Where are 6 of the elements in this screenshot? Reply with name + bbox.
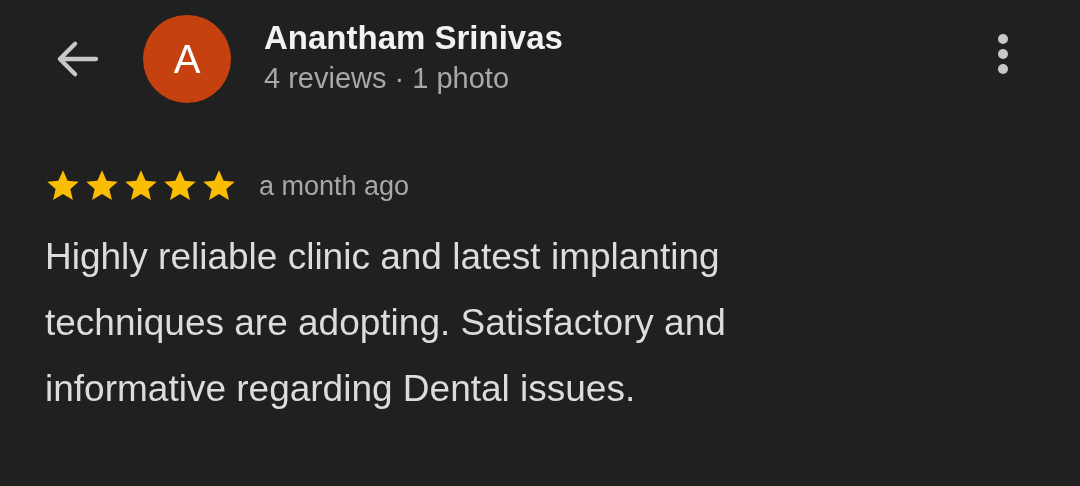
reviewer-stats: 4 reviews · 1 photo (264, 61, 510, 96)
avatar[interactable]: A (143, 15, 231, 103)
review-time: a month ago (259, 170, 410, 202)
review-text: Highly reliable clinic and latest implanting techniques are adopting. Satisfactory and informative regarding Dental issues. (45, 235, 727, 411)
more-options-icon[interactable] (997, 34, 1009, 74)
reviewer-name[interactable]: Anantham Srinivas (264, 18, 997, 58)
